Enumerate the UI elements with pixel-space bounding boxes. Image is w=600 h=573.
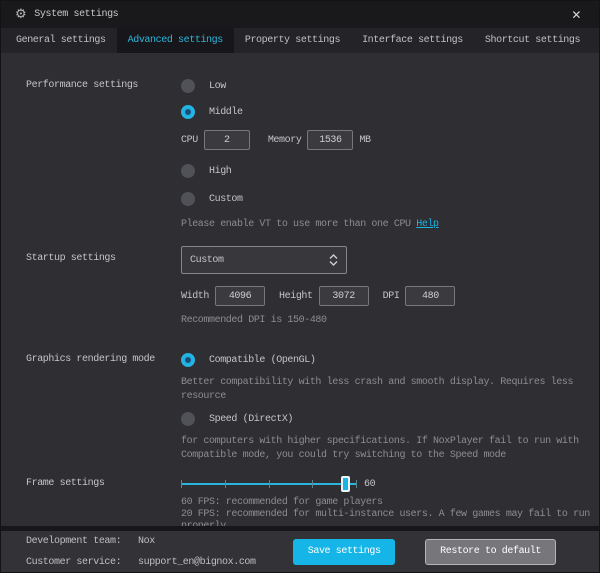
- graphics-label: Graphics rendering mode: [26, 354, 155, 365]
- footer-buttons: Save settings Restore to default: [293, 538, 556, 565]
- close-icon[interactable]: ✕: [563, 6, 589, 24]
- memory-label: Memory: [267, 134, 302, 146]
- height-input[interactable]: [318, 286, 369, 306]
- cpu-label: CPU: [181, 134, 198, 146]
- save-settings-button[interactable]: Save settings: [293, 538, 396, 565]
- fps-note-1: 60 FPS: recommended for game players: [181, 497, 383, 508]
- radio-custom-label: Custom: [209, 193, 243, 205]
- radio-speed[interactable]: [181, 412, 195, 426]
- memory-input[interactable]: [307, 130, 354, 150]
- radio-compatible[interactable]: [181, 353, 195, 367]
- performance-label: Performance settings: [26, 80, 139, 91]
- startup-label: Startup settings: [26, 253, 116, 264]
- radio-row-speed[interactable]: Speed (DirectX): [181, 406, 599, 432]
- gear-icon: ⚙: [15, 7, 27, 22]
- radio-compatible-label: Compatible (OpenGL): [209, 354, 316, 366]
- slider-tick: [181, 480, 182, 488]
- radio-middle[interactable]: [181, 105, 195, 119]
- radio-row-middle[interactable]: Middle: [181, 99, 599, 125]
- width-input[interactable]: [215, 286, 266, 306]
- vt-note: Please enable VT to use more than one CP…: [181, 218, 581, 232]
- tab-bar: General settings Advanced settings Prope…: [1, 28, 599, 53]
- cpu-memory-row: CPU Memory MB: [181, 125, 599, 155]
- frame-label: Frame settings: [26, 478, 105, 489]
- radio-middle-label: Middle: [209, 106, 243, 118]
- cpu-input[interactable]: [203, 130, 250, 150]
- startup-dropdown[interactable]: Custom: [181, 246, 347, 274]
- radio-row-compatible[interactable]: Compatible (OpenGL): [181, 347, 599, 373]
- dpi-note: Recommended DPI is 150-480: [181, 315, 327, 326]
- radio-row-custom[interactable]: Custom: [181, 186, 599, 212]
- fps-value: 60: [364, 478, 376, 490]
- settings-content: Performance settings Low Middle CPU Memo…: [1, 53, 599, 533]
- tab-interface-settings[interactable]: Interface settings: [351, 28, 474, 53]
- performance-section: Performance settings Low Middle CPU Memo…: [26, 73, 599, 232]
- radio-low[interactable]: [181, 79, 195, 93]
- restore-default-button[interactable]: Restore to default: [425, 538, 556, 565]
- tab-shortcut-settings[interactable]: Shortcut settings: [474, 28, 591, 53]
- slider-tick: [356, 480, 357, 488]
- dpi-input[interactable]: [405, 286, 456, 306]
- chevron-updown-icon: [329, 254, 338, 266]
- radio-custom[interactable]: [181, 192, 195, 206]
- startup-dropdown-value: Custom: [190, 254, 224, 266]
- slider-tick: [268, 480, 270, 488]
- slider-tick: [224, 480, 226, 488]
- radio-low-label: Low: [209, 80, 226, 92]
- dev-team-label: Development team:: [26, 535, 122, 547]
- width-label: Width: [181, 290, 210, 302]
- customer-service-label: Customer service:: [26, 556, 122, 568]
- footer-bar: Development team: Nox Customer service: …: [1, 526, 599, 572]
- speed-note: for computers with higher specifications…: [181, 436, 579, 461]
- radio-high-label: High: [209, 165, 232, 177]
- radio-speed-label: Speed (DirectX): [209, 413, 294, 425]
- help-link[interactable]: Help: [416, 219, 439, 230]
- frame-slider-row: 60: [181, 471, 599, 497]
- system-settings-window: ⚙ System settings ✕ General settings Adv…: [0, 0, 600, 573]
- slider-handle[interactable]: [341, 476, 350, 492]
- footer-info: Development team: Nox Customer service: …: [26, 531, 256, 573]
- fps-slider[interactable]: [181, 475, 357, 493]
- startup-section: Startup settings Custom Width Height DPI: [26, 246, 599, 328]
- slider-tick: [312, 480, 314, 488]
- dev-team-value: Nox: [138, 535, 155, 547]
- vt-note-text: Please enable VT to use more than one CP…: [181, 219, 417, 230]
- title-bar: ⚙ System settings ✕: [1, 1, 599, 28]
- height-label: Height: [279, 290, 313, 302]
- radio-high[interactable]: [181, 164, 195, 178]
- resolution-row: Width Height DPI: [181, 284, 599, 308]
- dpi-label: DPI: [382, 290, 400, 302]
- customer-service-value: support_en@bignox.com: [138, 556, 256, 568]
- customer-service-line: Customer service: support_en@bignox.com: [26, 552, 256, 573]
- radio-row-low[interactable]: Low: [181, 73, 599, 99]
- window-title: System settings: [34, 9, 119, 20]
- radio-row-high[interactable]: High: [181, 158, 599, 184]
- tab-general-settings[interactable]: General settings: [5, 28, 117, 53]
- memory-unit: MB: [359, 134, 371, 146]
- dev-team-line: Development team: Nox: [26, 531, 256, 552]
- graphics-section: Graphics rendering mode Compatible (Open…: [26, 347, 599, 463]
- frame-section: Frame settings 60 60 FPS: recommended fo…: [26, 471, 599, 533]
- tab-advanced-settings[interactable]: Advanced settings: [116, 28, 234, 53]
- tab-property-settings[interactable]: Property settings: [234, 28, 351, 53]
- compatible-note: Better compatibility with less crash and…: [181, 377, 574, 402]
